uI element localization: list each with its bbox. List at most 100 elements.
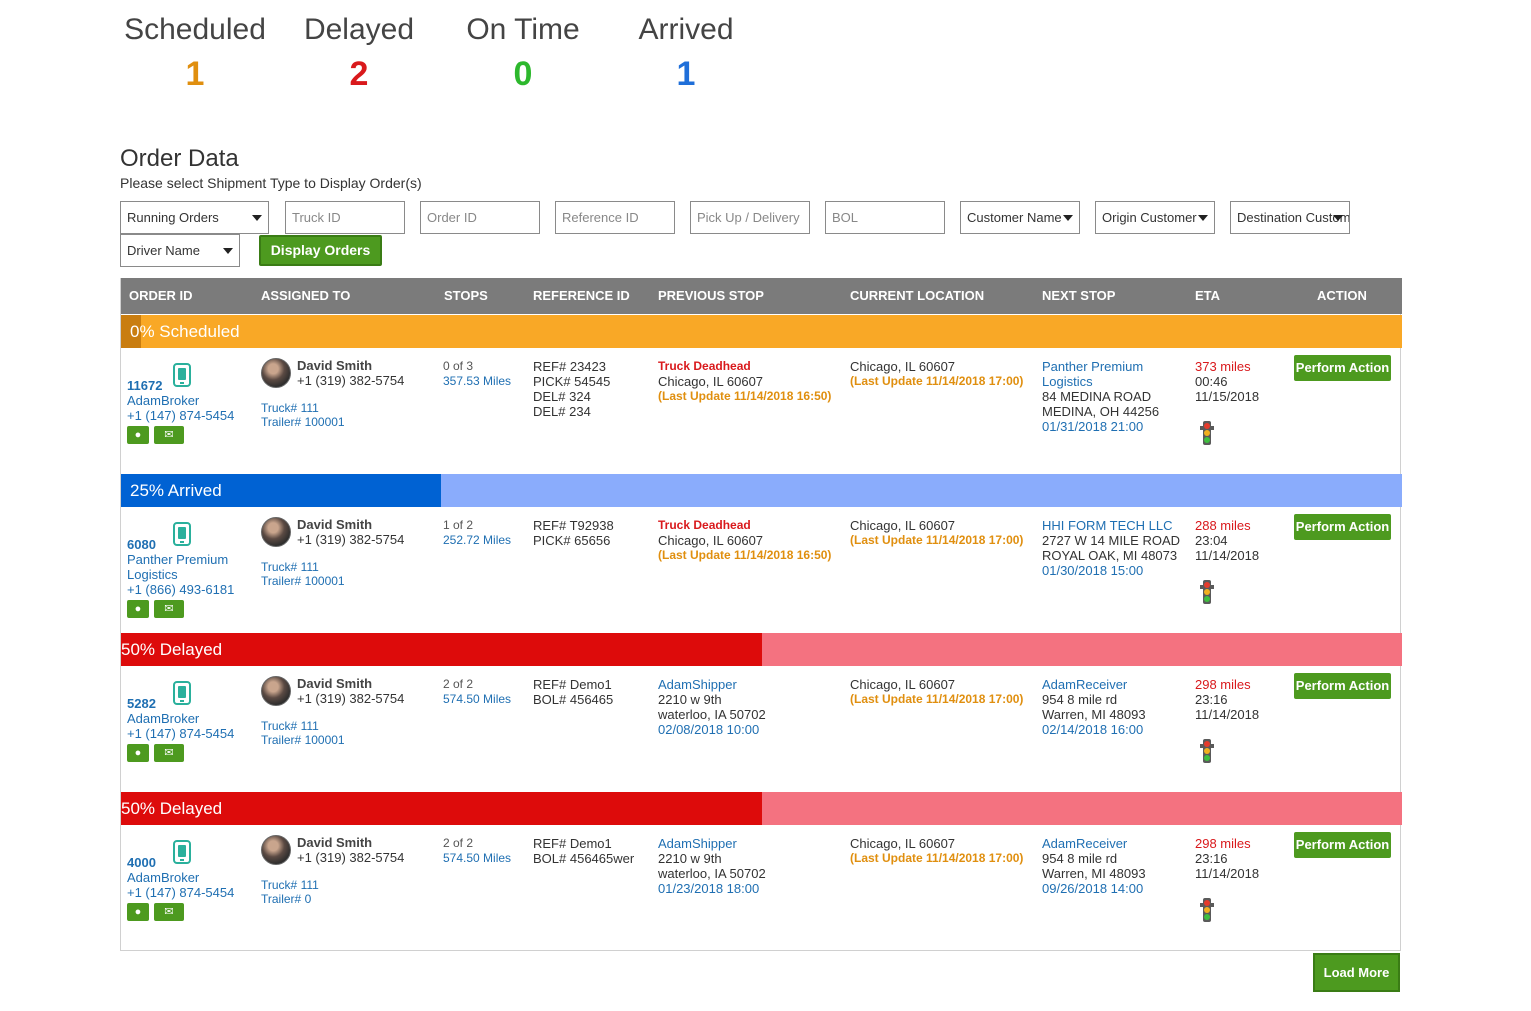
order-id-link[interactable]: 5282 <box>127 696 156 711</box>
traffic-light-green <box>1204 596 1210 602</box>
perform-action-button[interactable]: Perform Action <box>1294 832 1391 858</box>
driver-name[interactable]: David Smith <box>297 676 372 691</box>
location-pin-icon[interactable]: ● <box>127 600 149 618</box>
customer-name-link[interactable]: AdamBroker <box>127 393 199 408</box>
envelope-icon[interactable]: ✉ <box>154 600 184 618</box>
truck-number[interactable]: Truck# 111 <box>261 878 319 893</box>
eta-date: 11/14/2018 <box>1195 548 1260 563</box>
origin-customer-select[interactable]: Origin Customer <box>1095 201 1215 234</box>
envelope-icon[interactable]: ✉ <box>154 744 184 762</box>
order-id-link[interactable]: 4000 <box>127 855 156 870</box>
location-pin-icon[interactable]: ● <box>127 744 149 762</box>
next-stop-cell: Panther Premium Logistics 84 MEDINA ROAD ME… <box>1042 359 1159 434</box>
truck-number[interactable]: Truck# 111 <box>261 401 319 416</box>
header-current-location[interactable]: CURRENT LOCATION <box>850 278 984 314</box>
reference-id-input[interactable]: Reference ID <box>555 201 675 234</box>
driver-name[interactable]: David Smith <box>297 517 372 532</box>
traffic-light-red <box>1204 423 1210 429</box>
traffic-light-green <box>1204 755 1210 761</box>
previous-stop-update: (Last Update 11/14/2018 16:50) <box>658 548 832 562</box>
previous-stop-name[interactable]: AdamShipper <box>658 677 766 692</box>
customer-phone[interactable]: +1 (866) 493-6181 <box>127 582 234 597</box>
trailer-number[interactable]: Trailer# 0 <box>261 892 311 907</box>
eta-date: 11/14/2018 <box>1195 866 1260 881</box>
origin-customer-value: Origin Customer <box>1102 210 1197 225</box>
header-eta[interactable]: ETA <box>1195 278 1220 314</box>
next-stop-address: Warren, MI 48093 <box>1042 866 1146 881</box>
trailer-number[interactable]: Trailer# 100001 <box>261 574 345 589</box>
progress-label: 0% Scheduled <box>130 322 240 341</box>
header-action[interactable]: ACTION <box>1317 278 1367 314</box>
header-order-id[interactable]: ORDER ID <box>129 278 193 314</box>
order-id-cell: 5282 AdamBroker +1 (147) 874-5454 ● ✉ <box>127 666 252 792</box>
load-more-button[interactable]: Load More <box>1313 953 1400 992</box>
customer-phone[interactable]: +1 (147) 874-5454 <box>127 726 234 741</box>
current-location-cell: Chicago, IL 60607 (Last Update 11/14/2018… <box>850 518 1023 548</box>
header-reference-id[interactable]: REFERENCE ID <box>533 278 630 314</box>
pickup-delivery-input[interactable]: Pick Up / Delivery <box>690 201 810 234</box>
trailer-number[interactable]: Trailer# 100001 <box>261 415 345 430</box>
phone-icon[interactable] <box>173 522 191 546</box>
stops-cell: 1 of 2 252.72 Miles <box>443 518 511 548</box>
bol-input[interactable]: BOL <box>825 201 945 234</box>
order-id-link[interactable]: 11672 <box>127 378 162 393</box>
customer-phone[interactable]: +1 (147) 874-5454 <box>127 885 234 900</box>
stat-count: 1 <box>185 55 205 93</box>
next-stop-name[interactable]: HHI FORM TECH LLC <box>1042 518 1180 533</box>
route-miles[interactable]: 357.53 Miles <box>443 374 511 389</box>
envelope-icon[interactable]: ✉ <box>154 903 184 921</box>
perform-action-button[interactable]: Perform Action <box>1294 355 1391 381</box>
order-id-input[interactable]: Order ID <box>420 201 540 234</box>
traffic-light-arm <box>1211 585 1214 589</box>
envelope-icon[interactable]: ✉ <box>154 426 184 444</box>
customer-phone[interactable]: +1 (147) 874-5454 <box>127 408 234 423</box>
traffic-light-yellow <box>1204 907 1210 913</box>
previous-stop-address: Chicago, IL 60607 <box>658 374 764 389</box>
location-pin-icon[interactable]: ● <box>127 903 149 921</box>
perform-action-button[interactable]: Perform Action <box>1294 673 1391 699</box>
next-stop-cell: AdamReceiver 954 8 mile rd Warren, MI 4809… <box>1042 836 1146 896</box>
reference-cell: REF# 23423 PICK# 54545 DEL# 324 DEL# 234 <box>533 359 610 419</box>
stops-count: 2 of 2 <box>443 836 474 850</box>
order-id-link[interactable]: 6080 <box>127 537 156 552</box>
perform-action-button[interactable]: Perform Action <box>1294 514 1391 540</box>
eta-cell: 298 miles 23:16 11/14/2018 <box>1195 677 1295 787</box>
route-miles[interactable]: 574.50 Miles <box>443 692 511 707</box>
customer-name-link[interactable]: AdamBroker <box>127 870 199 885</box>
truck-id-input[interactable]: Truck ID <box>285 201 405 234</box>
driver-avatar <box>261 676 291 706</box>
next-stop-name[interactable]: Panther Premium <box>1042 359 1159 374</box>
orders-table: ORDER ID ASSIGNED TO STOPS REFERENCE ID … <box>120 278 1402 951</box>
driver-name[interactable]: David Smith <box>297 358 372 373</box>
customer-name-link[interactable]: AdamBroker <box>127 711 199 726</box>
customer-name-select[interactable]: Customer Name <box>960 201 1080 234</box>
driver-name-select[interactable]: Driver Name <box>120 234 240 267</box>
header-next-stop[interactable]: NEXT STOP <box>1042 278 1115 314</box>
phone-icon[interactable] <box>173 363 191 387</box>
header-assigned-to[interactable]: ASSIGNED TO <box>261 278 350 314</box>
driver-name[interactable]: David Smith <box>297 835 372 850</box>
header-stops[interactable]: STOPS <box>444 278 488 314</box>
customer-name-link[interactable]: Panther Premium <box>127 552 228 567</box>
destination-customer-select[interactable]: Destination Custom <box>1230 201 1350 234</box>
traffic-light-icon <box>1199 898 1215 922</box>
chevron-down-icon <box>1198 215 1208 221</box>
previous-stop-name[interactable]: AdamShipper <box>658 836 766 851</box>
next-stop-name[interactable]: Logistics <box>1042 374 1159 389</box>
truck-number[interactable]: Truck# 111 <box>261 719 319 734</box>
location-pin-icon[interactable]: ● <box>127 426 149 444</box>
customer-name-link[interactable]: Logistics <box>127 567 178 582</box>
next-stop-name[interactable]: AdamReceiver <box>1042 677 1146 692</box>
phone-icon[interactable] <box>173 840 191 864</box>
phone-icon[interactable] <box>173 681 191 705</box>
trailer-number[interactable]: Trailer# 100001 <box>261 733 345 748</box>
route-miles[interactable]: 252.72 Miles <box>443 533 511 548</box>
route-miles[interactable]: 574.50 Miles <box>443 851 511 866</box>
truck-number[interactable]: Truck# 111 <box>261 560 319 575</box>
shipment-type-select[interactable]: Running Orders <box>120 201 269 234</box>
previous-stop-update: (Last Update 11/14/2018 16:50) <box>658 389 832 403</box>
next-stop-name[interactable]: AdamReceiver <box>1042 836 1146 851</box>
header-previous-stop[interactable]: PREVIOUS STOP <box>658 278 764 314</box>
display-orders-button[interactable]: Display Orders <box>259 235 382 266</box>
traffic-light-yellow <box>1204 589 1210 595</box>
